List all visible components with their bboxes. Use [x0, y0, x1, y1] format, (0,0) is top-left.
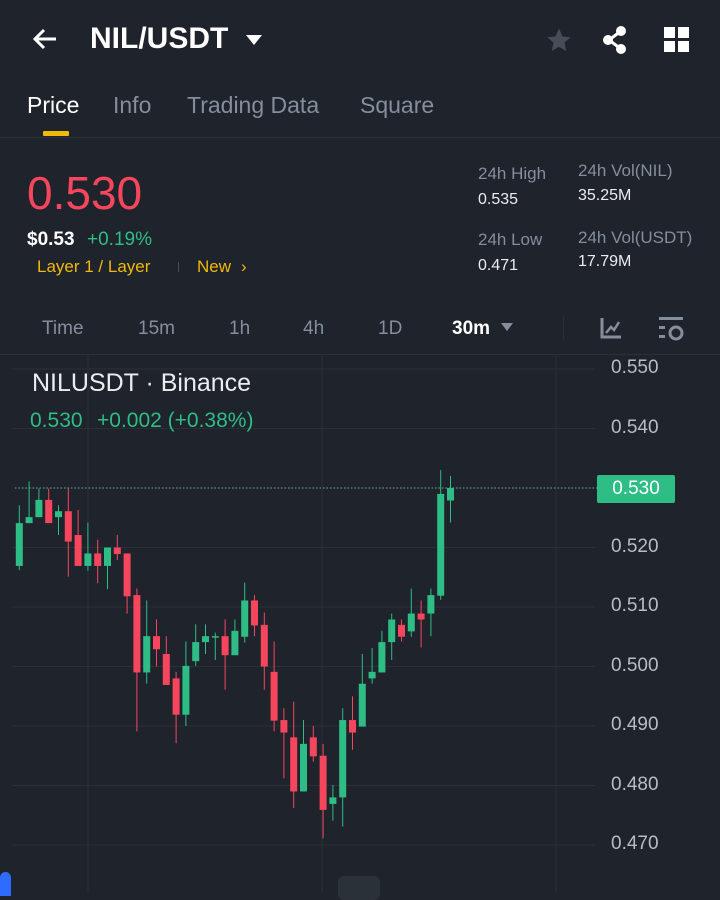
candle-body: [123, 553, 131, 597]
candle-body: [260, 624, 268, 667]
usd-price: $0.53: [27, 229, 75, 250]
candle-body: [398, 624, 405, 637]
chart-last: 0.530: [30, 409, 83, 432]
candle-body: [211, 636, 219, 638]
candle-body: [94, 553, 102, 566]
tf-1h[interactable]: 1h: [229, 318, 250, 340]
candle-body: [339, 720, 347, 798]
candle-body: [251, 600, 258, 626]
candle-body: [74, 535, 82, 566]
share-icon[interactable]: [601, 25, 629, 55]
current-price-badge: 0.530: [597, 475, 675, 503]
y-axis-label: 0.550: [611, 357, 659, 378]
y-axis-label: 0.490: [611, 714, 659, 735]
tab-price[interactable]: Price: [27, 92, 79, 119]
arrow-left-icon: [32, 28, 56, 50]
y-axis-label: 0.540: [611, 416, 659, 438]
indicator-icon[interactable]: [600, 317, 622, 339]
candle-body: [270, 671, 278, 721]
y-axis-label: 0.500: [611, 654, 659, 676]
candle-body: [55, 511, 62, 518]
candle-body: [104, 547, 111, 566]
vol-quote-value: 17.79M: [578, 253, 632, 270]
tab-trading-data[interactable]: Trading Data: [187, 92, 319, 119]
tf-15m[interactable]: 15m: [138, 318, 175, 340]
candle-body: [45, 499, 53, 524]
candle-body: [329, 797, 337, 804]
chevron-right-icon: ›: [241, 257, 247, 276]
tag-new[interactable]: New ›: [197, 257, 247, 277]
candle-body: [192, 642, 200, 662]
price-change: +0.19%: [87, 229, 152, 250]
active-tab-indicator: [43, 131, 69, 136]
candle-body: [172, 678, 180, 715]
candle-body: [162, 654, 170, 685]
pair-selector[interactable]: NIL/USDT: [90, 22, 263, 56]
pair-title: NIL/USDT: [90, 22, 229, 55]
drawer-handle[interactable]: [0, 872, 11, 896]
tag-separator: [178, 262, 179, 272]
candle-body: [427, 595, 435, 614]
y-axis-label: 0.520: [611, 535, 659, 557]
divider: [0, 137, 720, 138]
candle-body: [133, 595, 141, 673]
candle-body: [64, 511, 72, 542]
candle-body: [300, 743, 307, 792]
chart-change: +0.002 (+0.38%): [97, 409, 254, 432]
last-price: 0.530: [27, 167, 143, 219]
candle-body: [221, 636, 229, 656]
candle-body: [113, 547, 121, 555]
tab-info[interactable]: Info: [113, 92, 151, 119]
candle-body: [358, 683, 366, 727]
candle-body: [202, 636, 209, 643]
candle-body: [447, 488, 454, 501]
candle-body: [319, 755, 327, 810]
vol-base-label: 24h Vol(NIL): [578, 161, 673, 180]
tf-30m[interactable]: 30m: [452, 318, 490, 340]
candle-body: [15, 523, 23, 566]
back-button[interactable]: [30, 24, 60, 54]
grid-icon[interactable]: [664, 27, 689, 52]
candle-body: [407, 613, 415, 632]
candle-body: [349, 720, 356, 733]
chart-settings-icon[interactable]: [658, 316, 686, 342]
candle-body: [231, 630, 239, 656]
vol-quote-label: 24h Vol(USDT): [578, 228, 693, 247]
y-axis-label: 0.510: [611, 595, 659, 616]
tab-square[interactable]: Square: [360, 92, 434, 119]
candle-body: [290, 737, 298, 792]
divider: [563, 317, 564, 339]
tf-4h[interactable]: 4h: [303, 318, 324, 340]
chart-symbol: NILUSDT · Binance: [32, 369, 252, 397]
y-axis-label: 0.470: [611, 833, 659, 854]
high-value: 0.535: [478, 191, 519, 208]
y-axis-label: 0.480: [611, 773, 659, 795]
candle-body: [25, 517, 33, 524]
candle-body: [35, 499, 43, 518]
candle-body: [388, 619, 396, 643]
candle-body: [84, 553, 92, 566]
low-label: 24h Low: [478, 230, 543, 249]
vol-base-value: 35.25M: [578, 187, 632, 204]
candle-body: [437, 493, 445, 596]
tf-time[interactable]: Time: [42, 318, 84, 340]
candle-body: [309, 737, 317, 757]
low-value: 0.471: [478, 257, 519, 274]
candle-body: [153, 636, 160, 650]
high-label: 24h High: [478, 164, 547, 183]
caret-down-icon[interactable]: [500, 322, 514, 332]
candle-body: [241, 600, 249, 637]
tag-layer[interactable]: Layer 1 / Layer: [37, 257, 150, 277]
star-icon[interactable]: [545, 26, 573, 54]
candle-body: [417, 613, 425, 620]
candle-body: [280, 720, 288, 733]
caret-down-icon: [245, 35, 262, 46]
candle-body: [182, 665, 190, 715]
candle-body: [143, 636, 151, 673]
candle-body: [368, 671, 376, 679]
scroll-to-latest-button[interactable]: [338, 876, 380, 900]
candle-body: [378, 642, 386, 673]
tag-new-label: New: [197, 257, 232, 276]
tf-1d[interactable]: 1D: [378, 318, 402, 340]
